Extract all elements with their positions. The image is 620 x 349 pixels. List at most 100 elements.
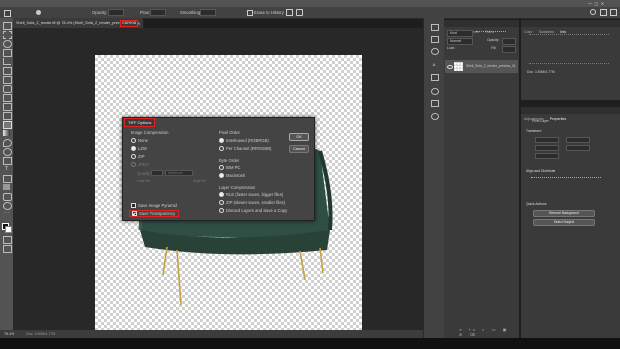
screen-mode-icon[interactable] xyxy=(3,245,12,253)
properties-panel-icon[interactable] xyxy=(431,36,439,43)
ok-label: OK xyxy=(296,135,302,139)
brush-settings-icon[interactable] xyxy=(431,48,439,55)
filter-icons[interactable] xyxy=(476,31,506,35)
blur-tool-icon[interactable] xyxy=(3,139,12,147)
symmetry-icon[interactable] xyxy=(296,9,303,16)
erase-history-checkbox[interactable] xyxy=(247,10,253,16)
stamp-tool-icon[interactable] xyxy=(3,103,12,111)
blend-mode-value: Normal xyxy=(450,39,461,43)
transform-y-field[interactable] xyxy=(566,145,590,151)
paragraph-panel-icon[interactable] xyxy=(431,74,439,81)
layer-name[interactable]: Shell_Sofa_2_render_preview_01 xyxy=(466,64,516,69)
layer-row[interactable]: Shell_Sofa_2_render_preview_01 xyxy=(445,60,518,73)
quick-select-tool-icon[interactable] xyxy=(3,49,12,57)
workspace-icon[interactable] xyxy=(600,9,607,16)
layer-zip-option[interactable]: ZIP (slower saves, smaller files) xyxy=(219,200,285,206)
layer-fill-field[interactable] xyxy=(502,46,516,53)
styles-panel-icon[interactable] xyxy=(431,100,439,107)
transform-angle-field[interactable] xyxy=(535,153,559,159)
transform-w-field[interactable] xyxy=(535,137,559,143)
remove-background-button[interactable]: Remove Background xyxy=(533,210,595,217)
libraries-panel-icon[interactable] xyxy=(431,88,439,95)
smoothing-field[interactable] xyxy=(200,9,216,16)
save-transparency-option[interactable]: Save Transparency xyxy=(129,210,180,218)
path-select-tool-icon[interactable] xyxy=(3,175,12,183)
radio-ibm[interactable] xyxy=(219,165,224,171)
transform-x-field[interactable] xyxy=(535,145,559,151)
opacity-field[interactable] xyxy=(108,9,124,16)
quick-actions-heading[interactable]: Quick Actions xyxy=(526,202,547,207)
radio-interleaved[interactable] xyxy=(219,138,224,144)
eraser-tool-icon[interactable] xyxy=(3,121,12,129)
move-tool-icon[interactable] xyxy=(3,22,12,30)
gradient-tool-icon[interactable] xyxy=(3,130,10,136)
tab-properties[interactable]: Properties xyxy=(546,116,570,123)
radio-none[interactable] xyxy=(131,138,136,144)
history-brush-tool-icon[interactable] xyxy=(3,112,12,120)
frame-tool-icon[interactable] xyxy=(3,67,12,75)
radio-rle[interactable] xyxy=(219,192,224,198)
radio-layer-zip[interactable] xyxy=(219,200,224,206)
compression-zip-option[interactable]: ZIP xyxy=(131,154,145,160)
layer-opacity-field[interactable] xyxy=(502,38,516,45)
pixel-interleaved-option[interactable]: Interleaved (RGBRGB) xyxy=(219,138,269,144)
lasso-tool-icon[interactable] xyxy=(3,40,12,48)
type-tool-icon[interactable]: T xyxy=(3,166,10,172)
compression-none-option[interactable]: None xyxy=(131,138,148,144)
layer-discard-option[interactable]: Discard Layers and Save a Copy xyxy=(219,208,287,214)
zoom-level[interactable]: 78.4% xyxy=(4,332,14,337)
byte-mac-option[interactable]: Macintosh xyxy=(219,173,245,179)
quick-mask-icon[interactable] xyxy=(3,236,12,244)
layer-rle-option[interactable]: RLE (faster saves, bigger files) xyxy=(219,192,283,198)
pixel-per-channel-option[interactable]: Per Channel (RRGGBB) xyxy=(219,146,271,152)
healing-tool-icon[interactable] xyxy=(3,85,12,93)
layers-footer-icons[interactable]: ∞ fx ◐ ▭ ▣ ⊕ ⌫ xyxy=(459,327,514,337)
compression-lzw-option[interactable]: LZW xyxy=(131,146,147,152)
pen-tool-icon[interactable] xyxy=(3,157,12,165)
layer-filter-field[interactable]: Kind xyxy=(447,30,473,37)
crop-tool-icon[interactable] xyxy=(3,58,11,65)
hand-tool-icon[interactable] xyxy=(3,193,12,201)
save-pyramid-option[interactable]: Save Image Pyramid xyxy=(131,203,177,209)
align-icons[interactable] xyxy=(531,177,601,183)
cancel-label: Cancel xyxy=(293,147,305,151)
transform-heading[interactable]: Transform xyxy=(526,129,541,134)
home-icon[interactable] xyxy=(4,10,11,17)
more-tools-icon[interactable]: ··· xyxy=(3,211,10,217)
radio-discard[interactable] xyxy=(219,208,224,214)
window-controls[interactable]: — ▢ ✕ xyxy=(588,1,604,6)
save-pyramid-checkbox[interactable] xyxy=(131,203,136,209)
radio-mac[interactable] xyxy=(219,173,224,179)
document-tab[interactable]: Shell_Sofa_2_render.tif @ 78.4% (Shell_S… xyxy=(13,18,144,28)
zoom-tool-icon[interactable] xyxy=(3,202,12,210)
radio-lzw[interactable] xyxy=(131,146,136,152)
eyedropper-tool-icon[interactable] xyxy=(3,76,12,84)
blend-mode-select[interactable]: Normal xyxy=(447,38,473,45)
cancel-button[interactable]: Cancel xyxy=(289,145,309,153)
pressure-icon[interactable] xyxy=(286,9,293,16)
align-heading[interactable]: Align and Distribute xyxy=(526,169,555,174)
flow-field[interactable] xyxy=(150,9,166,16)
radio-jpeg[interactable] xyxy=(131,162,136,168)
dodge-tool-icon[interactable] xyxy=(3,148,12,156)
marquee-tool-icon[interactable] xyxy=(3,31,12,39)
visibility-eye-icon[interactable] xyxy=(447,65,453,69)
byte-ibm-option[interactable]: IBM PC xyxy=(219,165,240,171)
search-icon[interactable] xyxy=(590,9,596,15)
close-tab-icon[interactable]: ✕ xyxy=(137,21,141,26)
brush-tool-icon[interactable] xyxy=(3,94,12,102)
history-panel-icon[interactable] xyxy=(431,24,439,31)
radio-zip[interactable] xyxy=(131,154,136,160)
radio-per-channel[interactable] xyxy=(219,146,224,152)
save-transparency-checkbox[interactable] xyxy=(132,211,137,217)
share-icon[interactable] xyxy=(610,9,617,16)
shape-tool-icon[interactable] xyxy=(3,184,10,190)
transform-h-field[interactable] xyxy=(566,137,590,143)
compression-jpeg-option[interactable]: JPEG xyxy=(131,162,149,168)
select-subject-button[interactable]: Select Subject xyxy=(533,219,595,226)
character-panel-icon[interactable]: A xyxy=(431,62,437,67)
actions-panel-icon[interactable] xyxy=(431,113,439,120)
ok-button[interactable]: OK xyxy=(289,133,309,141)
background-color-swatch[interactable] xyxy=(5,226,12,233)
brush-preset-icon[interactable] xyxy=(36,10,41,15)
